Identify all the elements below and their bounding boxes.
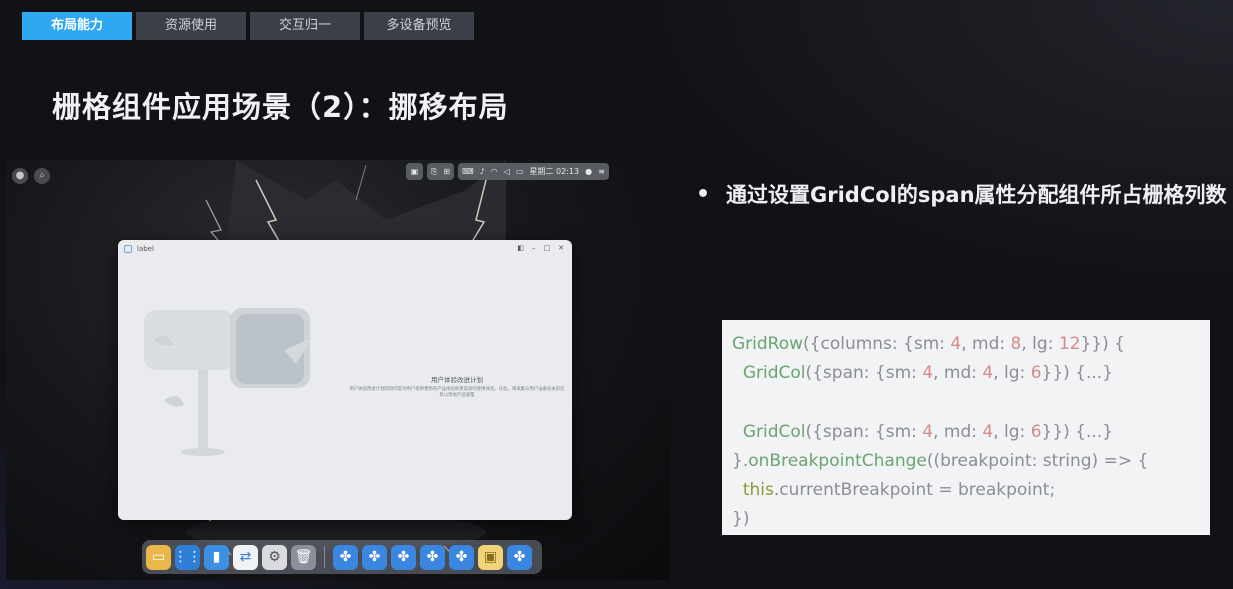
code-token: 4 [950, 334, 962, 354]
app-icon[interactable]: ✤ [362, 544, 387, 570]
code-token: ((breakpoint: string) => { [926, 450, 1149, 471]
code-token: , md: [933, 363, 983, 384]
app-icon[interactable]: ✤ [507, 544, 532, 570]
code-token: }}) { [1080, 334, 1125, 354]
mailbox-illustration [144, 308, 312, 456]
code-token: , lg: [1021, 334, 1059, 354]
minimize-icon[interactable]: – [532, 244, 536, 252]
date-time: 星期二 02:13 [529, 167, 580, 176]
app-grid-icon[interactable]: ⋮⋮ [174, 544, 202, 570]
close-icon[interactable]: ✕ [558, 244, 564, 252]
app-icon[interactable]: ✤ [449, 544, 474, 570]
code-token: this [742, 480, 774, 501]
system-left-icons: ● ⌕ [12, 168, 50, 184]
app-icon[interactable]: ✤ [420, 544, 445, 570]
code-token: , md: [961, 334, 1011, 354]
notification-icon: ● [585, 167, 593, 176]
mic-icon: ♪ [479, 167, 485, 176]
code-token: , lg: [993, 421, 1031, 442]
bullet-text: 通过设置GridCol的span属性分配组件所占栅格列数 [726, 183, 1227, 207]
user-icon[interactable]: ● [12, 168, 28, 184]
code-token: GridCol [742, 421, 806, 442]
code-token: GridCol [742, 363, 806, 384]
app-icon[interactable]: ✤ [391, 544, 416, 570]
code-token: }}) {...} [1041, 421, 1114, 442]
code-token: 4 [922, 421, 934, 442]
bullet-dot: • [696, 182, 711, 207]
tab-layout-capability[interactable]: 布局能力 [22, 12, 132, 40]
battery-icon: ▭ [515, 167, 524, 176]
code-token: ({span: {sm: [805, 421, 923, 442]
notes-icon[interactable]: ▮ [204, 544, 229, 570]
code-token: 6 [1030, 363, 1042, 384]
code-panel: GridRow({columns: {sm: 4, md: 8, lg: 12}… [722, 320, 1210, 535]
code-token: , md: [933, 421, 983, 442]
workspace-chip[interactable]: ⎘ ⊞ [427, 163, 455, 180]
code-token: }. [732, 450, 749, 471]
window-titlebar: label [118, 240, 572, 258]
trash-icon[interactable]: 🗑 [291, 544, 316, 570]
dock: ▭ ⋮⋮ ▮ ⇄ ⚙ 🗑 ✤ ✤ ✤ ✤ ✤ ▣ ✤ [142, 540, 542, 574]
code-token: }}) {...} [1041, 363, 1114, 384]
code-token: .currentBreakpoint = breakpoint; [773, 480, 1056, 501]
screenshot-icon: ⎘ [431, 166, 438, 176]
dock-separator [324, 546, 325, 568]
slide-title: 栅格组件应用场景（2）：挪移布局 [52, 90, 509, 124]
bullet-point: • 通过设置GridCol的span属性分配组件所占栅格列数 [696, 176, 1228, 214]
code-token: 8 [1010, 334, 1022, 354]
slide-background: 布局能力 资源使用 交互归一 多设备预览 栅格组件应用场景（2）：挪移布局 ● … [0, 0, 1233, 589]
tab-multi-device-preview[interactable]: 多设备预览 [364, 12, 474, 40]
app-window: label ◧ – □ ✕ 用户体验改进计划 用户体验改进计划的目的是为用户提供… [118, 240, 572, 520]
gallery-icon[interactable]: ▣ [478, 544, 503, 570]
settings-icon[interactable]: ⚙ [262, 544, 287, 570]
code-token: 12 [1058, 334, 1081, 354]
code-token: 4 [922, 363, 934, 384]
status-bar: ▣ ⎘ ⊞ ⌨ ♪ ◠ ◁ ▭ 星期二 02:13 ● ≡ [406, 163, 609, 180]
app-icon[interactable]: ✤ [333, 544, 358, 570]
section-tabs: 布局能力 资源使用 交互归一 多设备预览 [22, 12, 474, 40]
code-token: ({columns: {sm: [803, 334, 951, 354]
code-token: 6 [1030, 421, 1042, 442]
code-token: 4 [982, 363, 994, 384]
content-heading: 用户体验改进计划 [431, 376, 483, 384]
desktop-screenshot: ● ⌕ ▣ ⎘ ⊞ ⌨ ♪ ◠ ◁ ▭ 星期二 02:13 ● ≡ label … [6, 160, 670, 580]
folder-icon[interactable]: ▭ [146, 544, 171, 570]
code-token: GridRow [732, 334, 804, 354]
app-icon [124, 245, 132, 253]
keyboard-icon[interactable]: ▣ [406, 163, 423, 180]
files-icon[interactable]: ⇄ [233, 544, 258, 570]
system-tray[interactable]: ⌨ ♪ ◠ ◁ ▭ 星期二 02:13 ● ≡ [458, 163, 609, 180]
content-description: 用户体验改进计划的目的是为用户提供更新的产品体验和更高效的使用体验。在此，将采集… [349, 387, 565, 398]
window-title: label [137, 245, 154, 253]
code-token: 4 [982, 421, 994, 442]
maximize-icon[interactable]: □ [544, 244, 551, 252]
volume-icon: ◁ [503, 167, 510, 176]
tab-interaction-unified[interactable]: 交互归一 [250, 12, 360, 40]
window-content: 用户体验改进计划 用户体验改进计划的目的是为用户提供更新的产品体验和更高效的使用… [348, 374, 566, 399]
code-token: , lg: [993, 363, 1031, 384]
code-token: ({span: {sm: [805, 363, 923, 384]
window-switch-icon: ⊞ [443, 167, 451, 176]
code-token: onBreakpointChange [748, 450, 927, 471]
input-method-icon: ⌨ [462, 167, 474, 176]
code-token: }) [732, 509, 750, 530]
control-center-icon: ≡ [598, 167, 605, 176]
split-icon[interactable]: ◧ [517, 244, 524, 252]
search-icon[interactable]: ⌕ [34, 168, 50, 184]
tab-resource-usage[interactable]: 资源使用 [136, 12, 246, 40]
wifi-icon: ◠ [490, 167, 498, 176]
window-controls: ◧ – □ ✕ [517, 244, 564, 252]
